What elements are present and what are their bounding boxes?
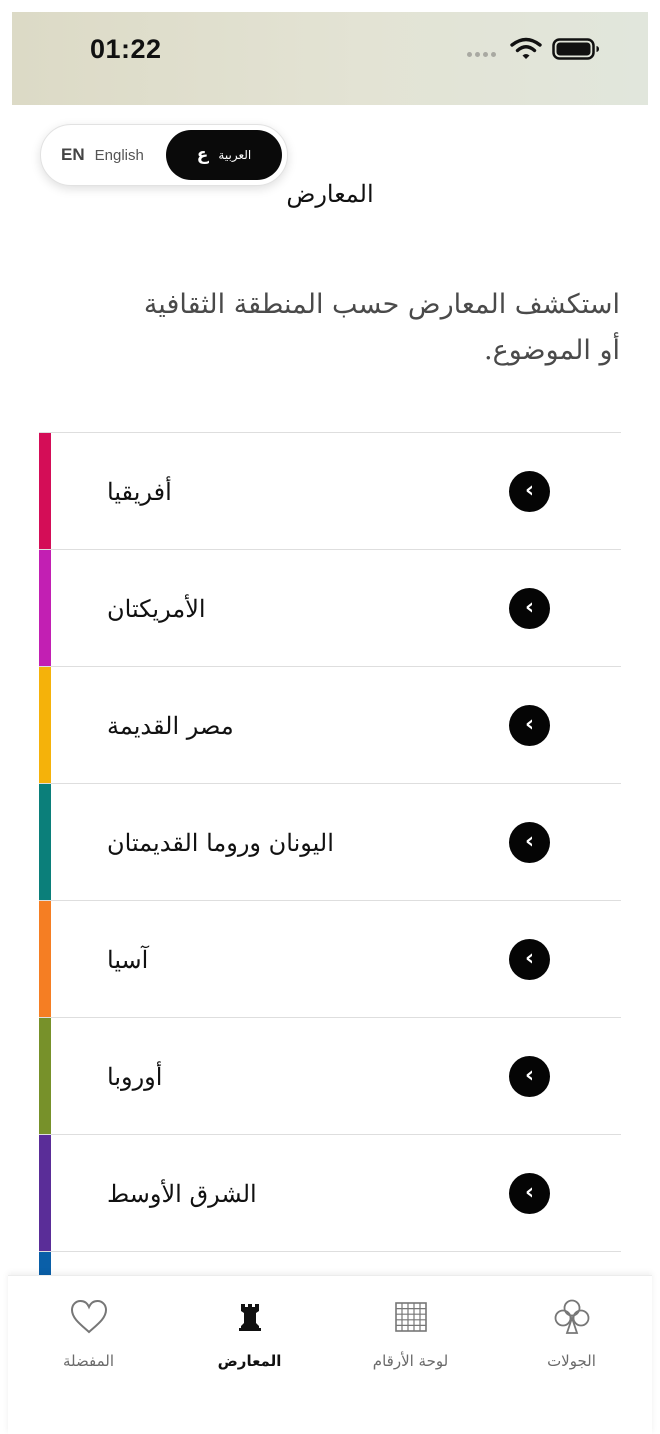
heart-icon — [69, 1296, 109, 1338]
gallery-item-ancient-greece-rome[interactable]: اليونان وروما القديمتان ‹ — [39, 783, 621, 900]
wifi-icon — [510, 37, 542, 59]
tab-label: المعارض — [217, 1352, 282, 1370]
intro-text: استكشف المعارض حسب المنطقة الثقافية أو ا… — [143, 289, 620, 366]
english-code: EN — [61, 145, 85, 164]
gallery-item-ancient-egypt[interactable]: مصر القديمة ‹ — [39, 666, 621, 783]
tab-tours[interactable]: الجولات — [491, 1276, 652, 1376]
tab-galleries[interactable]: المعارض — [169, 1276, 330, 1376]
gallery-color-stripe — [39, 1135, 51, 1251]
tab-label: الجولات — [547, 1352, 596, 1370]
chevron-left-icon[interactable]: ‹ — [509, 705, 550, 746]
tab-label: لوحة الأرقام — [372, 1352, 449, 1370]
language-option-english[interactable]: EN English — [61, 125, 144, 185]
arabic-code: ع — [196, 145, 209, 165]
gallery-item-asia[interactable]: آسيا ‹ — [39, 900, 621, 1017]
cellular-signal-icon — [467, 52, 496, 57]
battery-icon — [552, 38, 599, 60]
gallery-label: مصر القديمة — [107, 711, 234, 740]
gallery-item-middle-east[interactable]: الشرق الأوسط ‹ — [39, 1134, 621, 1251]
chevron-left-icon[interactable]: ‹ — [509, 1173, 550, 1214]
gallery-color-stripe — [39, 784, 51, 900]
status-bar: 01:22 — [12, 12, 648, 105]
gallery-color-stripe — [39, 550, 51, 666]
gallery-item-africa[interactable]: أفريقيا ‹ — [39, 432, 621, 549]
gallery-item-americas[interactable]: الأمريكتان ‹ — [39, 549, 621, 666]
gallery-color-stripe — [39, 433, 51, 549]
gallery-color-stripe — [39, 667, 51, 783]
tab-keypad[interactable]: لوحة الأرقام — [330, 1276, 491, 1376]
chevron-left-icon[interactable]: ‹ — [509, 1056, 550, 1097]
gallery-label: أوروبا — [107, 1062, 163, 1091]
gallery-label: الأمريكتان — [107, 594, 206, 623]
gallery-color-stripe — [39, 1252, 51, 1277]
chevron-left-icon[interactable]: ‹ — [509, 939, 550, 980]
screen: 01:22 EN English العربية ع المعارض استكش… — [0, 0, 660, 1434]
tab-bar: المفضلة المعارض لوحة الأرقام الجولات — [8, 1275, 652, 1434]
tab-label: المفضلة — [62, 1352, 114, 1370]
gallery-color-stripe — [39, 1018, 51, 1134]
english-label: English — [94, 146, 144, 164]
gallery-item-partial[interactable] — [39, 1251, 621, 1277]
keypad-grid-icon — [391, 1296, 431, 1338]
gallery-color-stripe — [39, 901, 51, 1017]
language-option-arabic[interactable]: العربية ع — [166, 130, 282, 180]
page-title: المعارض — [286, 180, 374, 208]
gallery-item-europe[interactable]: أوروبا ‹ — [39, 1017, 621, 1134]
chess-rook-icon — [230, 1296, 270, 1338]
arabic-label: العربية — [218, 148, 252, 162]
language-toggle[interactable]: EN English العربية ع — [40, 124, 288, 186]
chevron-left-icon[interactable]: ‹ — [509, 471, 550, 512]
chevron-left-icon[interactable]: ‹ — [509, 588, 550, 629]
gallery-label: الشرق الأوسط — [107, 1179, 257, 1208]
status-time: 01:22 — [90, 34, 162, 64]
gallery-list: أفريقيا ‹ الأمريكتان ‹ مصر القديمة ‹ الي… — [39, 432, 621, 1277]
club-icon — [552, 1296, 592, 1338]
gallery-label: آسيا — [107, 945, 149, 974]
chevron-left-icon[interactable]: ‹ — [509, 822, 550, 863]
tab-favorites[interactable]: المفضلة — [8, 1276, 169, 1376]
gallery-label: اليونان وروما القديمتان — [107, 828, 334, 857]
gallery-label: أفريقيا — [107, 477, 172, 506]
